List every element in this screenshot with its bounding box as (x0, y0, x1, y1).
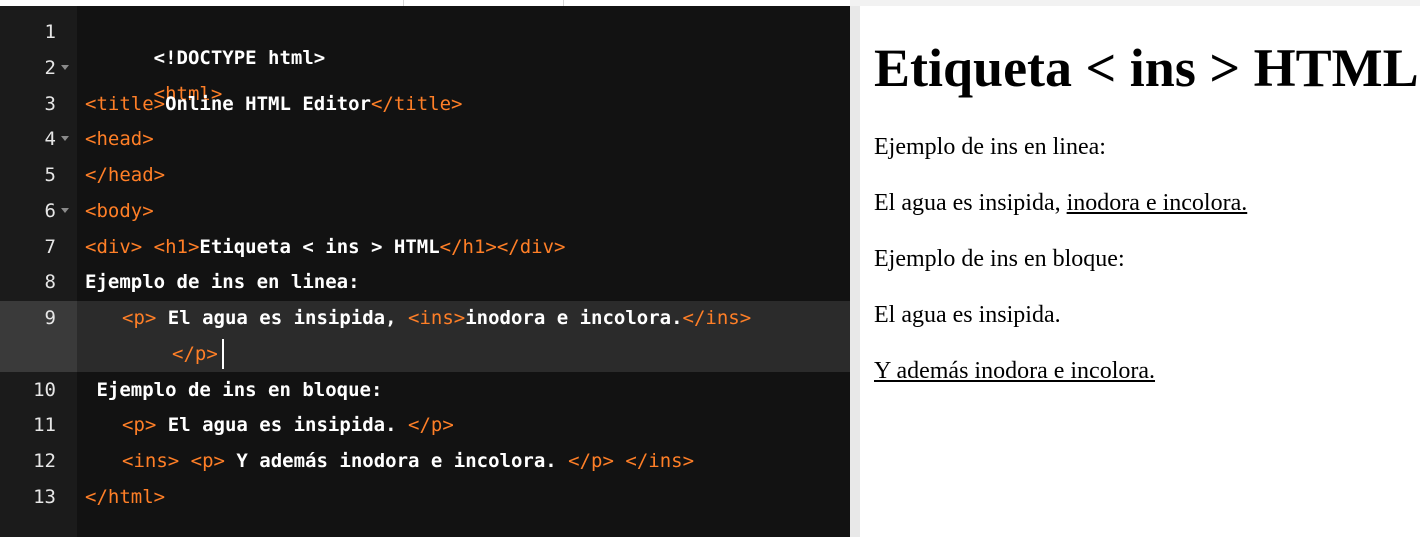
code-tag: </ins> (625, 450, 695, 472)
preview-heading: Etiqueta < ins > HTML (874, 38, 1419, 98)
code-line-9: <p> El agua es insipida, <ins>inodora e … (122, 305, 751, 331)
line-number: 12 (33, 450, 56, 472)
code-tag: </title> (370, 93, 463, 115)
code-tag: <h1> (153, 236, 200, 258)
pane-splitter[interactable] (850, 6, 860, 537)
preview-paragraph: Ejemplo de ins en linea: (874, 134, 1106, 160)
code-tag: </p> (568, 450, 614, 472)
line-number: 10 (33, 379, 56, 401)
preview-text: El agua es insipida, (874, 190, 1067, 216)
line-number: 9 (44, 307, 56, 329)
line-number: 13 (33, 486, 56, 508)
code-tag: <p> (122, 414, 157, 436)
code-text: Etiqueta < ins > HTML (199, 236, 440, 258)
code-line-2: <html> (85, 55, 223, 105)
fold-arrow-icon[interactable] (61, 208, 69, 213)
code-line-6: <body> (85, 198, 154, 224)
code-editor[interactable]: 1 2 3 4 5 6 7 8 9 10 11 12 13 <!DOCTYPE … (0, 6, 850, 537)
code-line-1: <!DOCTYPE html> (85, 19, 326, 69)
line-number: 2 (44, 57, 56, 79)
line-number: 7 (44, 236, 56, 258)
code-line-8: Ejemplo de ins en linea: (85, 269, 360, 295)
text-cursor (222, 339, 224, 369)
code-line-13: </html> (85, 484, 165, 510)
code-tag: </p> (172, 343, 218, 365)
code-line-11: <p> El agua es insipida. </p> (122, 412, 454, 438)
line-number: 8 (44, 271, 56, 293)
code-text: Online HTML Editor (165, 93, 371, 115)
code-line-4: <head> (85, 126, 154, 152)
code-tag: <ins> (122, 450, 180, 472)
code-text: Ejemplo de ins en bloque: (85, 379, 383, 401)
code-tag: <p> (122, 307, 157, 329)
line-number: 5 (44, 164, 56, 186)
code-line-12: <ins> <p> Y además inodora e incolora. <… (122, 448, 694, 474)
code-tag: </ins> (682, 307, 752, 329)
code-text: El agua es insipida. (156, 414, 408, 436)
code-line-3: <title>Online HTML Editor</title> (85, 91, 463, 117)
line-number: 3 (44, 93, 56, 115)
line-number: 11 (33, 414, 56, 436)
code-line-7: <div> <h1>Etiqueta < ins > HTML</h1></di… (85, 234, 565, 260)
line-number: 6 (44, 200, 56, 222)
code-tag: <div> (85, 236, 143, 258)
code-line-5: </head> (85, 162, 165, 188)
fold-arrow-icon[interactable] (61, 136, 69, 141)
code-tag: </h1> (439, 236, 497, 258)
preview-paragraph: Ejemplo de ins en bloque: (874, 246, 1125, 272)
line-number: 4 (44, 128, 56, 150)
code-tag: </head> (85, 164, 166, 186)
code-tag: <ins> (408, 307, 466, 329)
preview-inserted-text: inodora e incolora. (1066, 190, 1248, 216)
code-text: Ejemplo de ins en linea: (85, 271, 360, 293)
code-tag: <body> (85, 200, 154, 222)
code-text: inodora e incolora. (465, 307, 683, 329)
code-tag: <p> (190, 450, 225, 472)
code-line-9-wrap: </p> (172, 341, 218, 367)
code-tag: </div> (496, 236, 566, 258)
preview-paragraph: El agua es insipida, inodora e incolora. (874, 188, 1247, 218)
line-number: 1 (44, 21, 56, 43)
code-tag: </p> (408, 414, 454, 436)
preview-paragraph: El agua es insipida. (874, 302, 1061, 328)
code-line-10: Ejemplo de ins en bloque: (85, 377, 382, 403)
fold-arrow-icon[interactable] (61, 65, 69, 70)
code-tag: </html> (85, 486, 166, 508)
code-tag: <head> (85, 128, 154, 150)
code-area[interactable]: <!DOCTYPE html> <html> <title>Online HTM… (77, 6, 850, 537)
code-text: El agua es insipida, (156, 307, 408, 329)
preview-inserted-paragraph: Y además inodora e incolora. (874, 358, 1156, 384)
preview-pane: Etiqueta < ins > HTML Ejemplo de ins en … (860, 6, 1420, 537)
code-text: Y además inodora e incolora. (224, 450, 569, 472)
code-tag: <title> (85, 93, 166, 115)
